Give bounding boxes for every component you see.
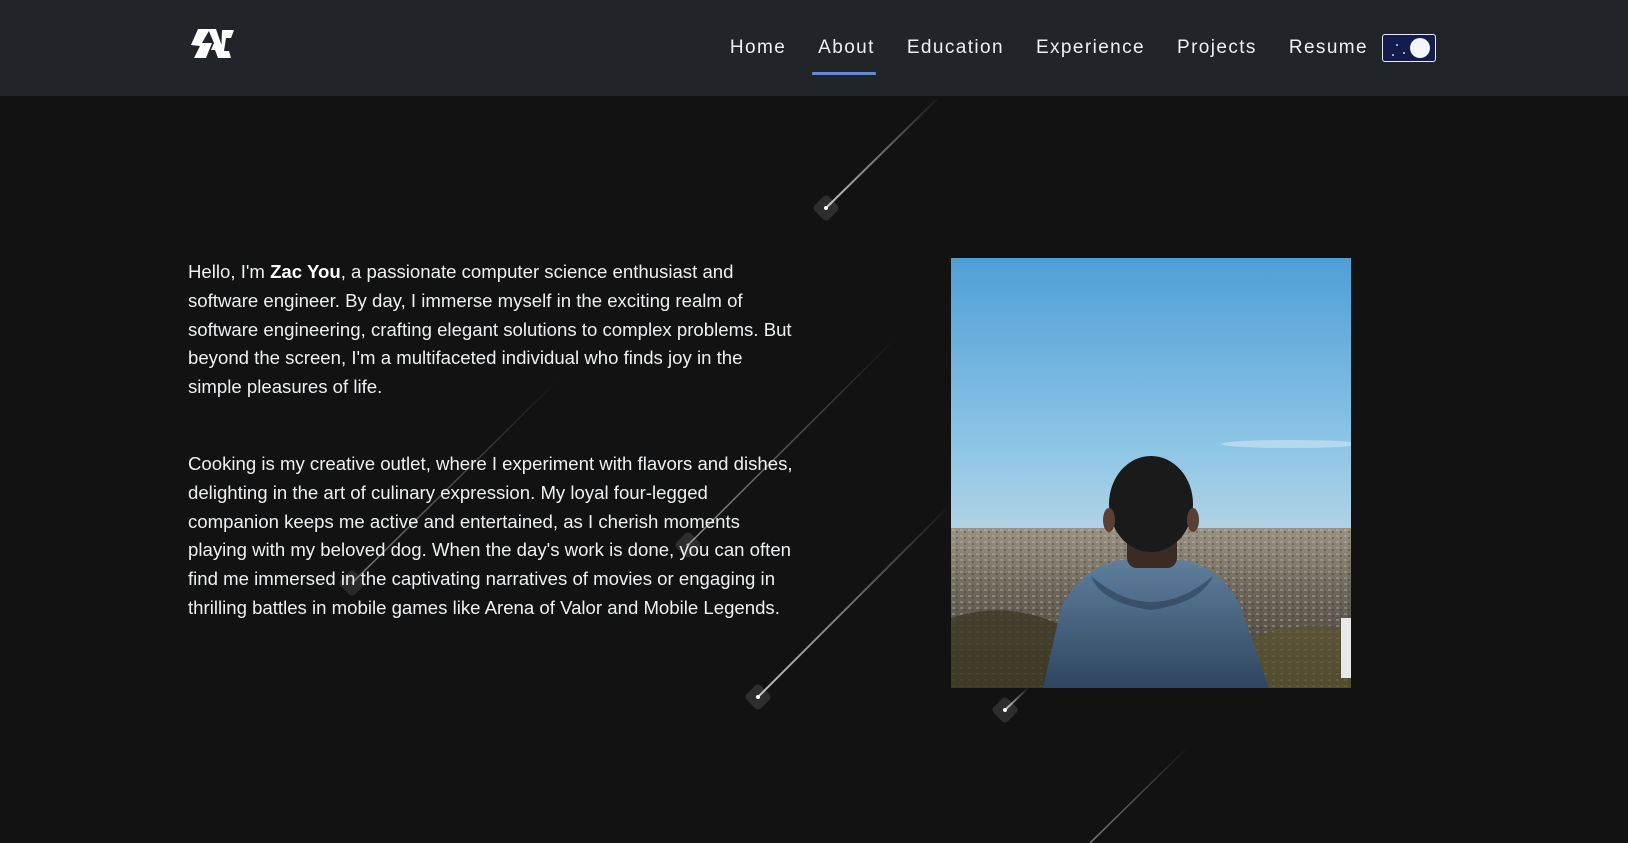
comet — [992, 687, 1029, 723]
profile-photo — [951, 258, 1351, 688]
nav-projects[interactable]: Projects — [1177, 37, 1257, 59]
star-icon — [1403, 52, 1405, 54]
comet — [1089, 744, 1191, 843]
nav-about[interactable]: About — [812, 37, 876, 75]
moon-toggle-icon — [1410, 38, 1430, 58]
nav-experience[interactable]: Experience — [1036, 37, 1145, 59]
nav-resume[interactable]: Resume — [1289, 37, 1368, 59]
comet — [813, 95, 941, 221]
theme-toggle[interactable] — [1382, 34, 1436, 62]
nav-home[interactable]: Home — [730, 37, 786, 59]
about-intro: Hello, I'm Zac You, a passionate compute… — [188, 258, 798, 402]
navbar: Home About Education Experience Projects… — [0, 0, 1628, 96]
name-highlight: Zac You — [270, 261, 341, 282]
main-nav: Home About Education Experience Projects… — [730, 0, 1436, 96]
nav-education[interactable]: Education — [907, 37, 1004, 59]
logo-icon[interactable] — [188, 24, 238, 64]
star-icon — [1392, 54, 1394, 56]
intro-prefix: Hello, I'm — [188, 261, 271, 282]
star-icon — [1396, 44, 1398, 46]
zac-logo-icon — [191, 29, 234, 58]
about-hobbies: Cooking is my creative outlet, where I e… — [188, 452, 793, 618]
profile-photo-image — [951, 258, 1351, 688]
about-section: Hello, I'm Zac You, a passionate compute… — [188, 258, 798, 623]
